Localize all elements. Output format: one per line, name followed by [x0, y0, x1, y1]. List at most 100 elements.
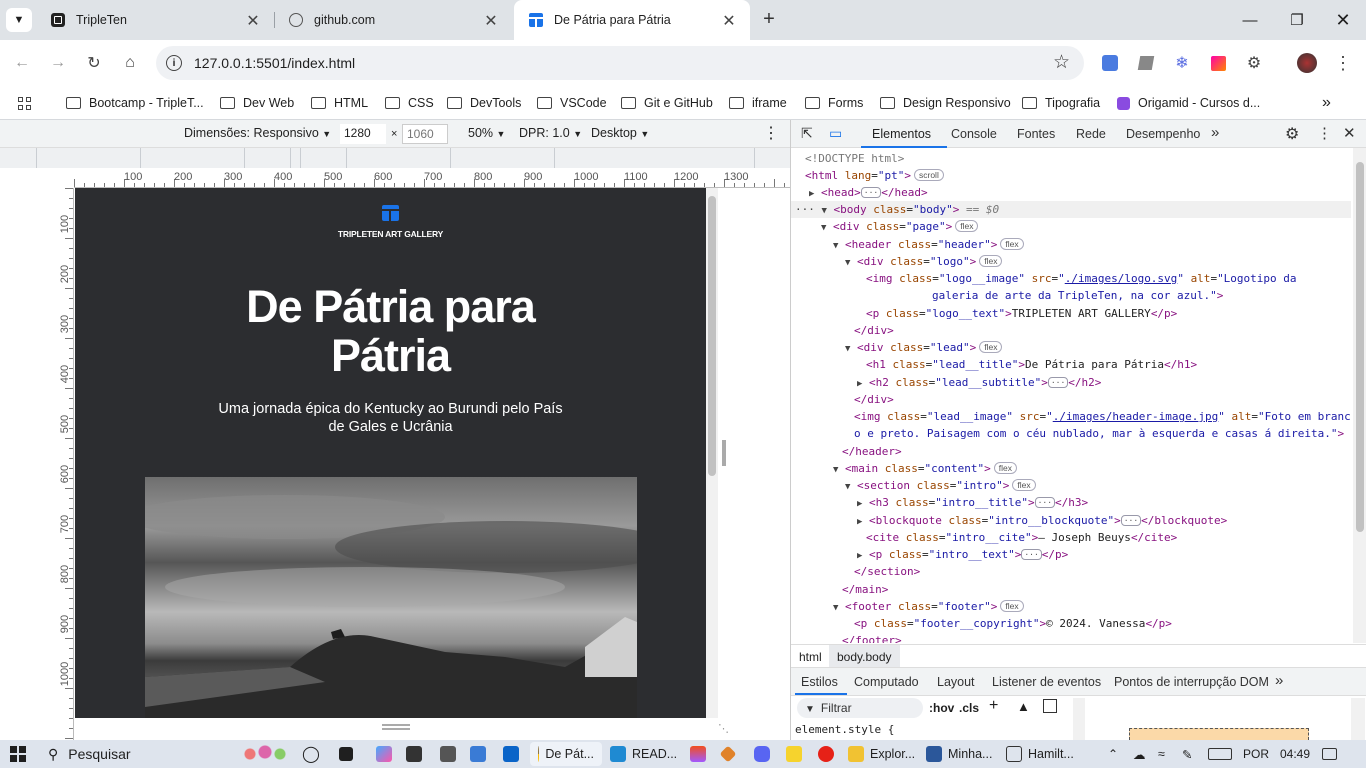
dom-node[interactable]: ▼ <header class="header"> flex: [833, 236, 1024, 253]
dom-node[interactable]: <!DOCTYPE html>: [805, 150, 904, 167]
dom-node[interactable]: ▼ <div class="page"> flex: [821, 218, 979, 235]
dom-tree[interactable]: <!DOCTYPE html> <html lang="pt"> scroll ▶…: [791, 148, 1351, 643]
dom-node[interactable]: ▶ <h2 class="lead__subtitle"> ··· </h2>: [857, 374, 1101, 391]
element-style-rule[interactable]: element.style {: [795, 723, 894, 736]
dom-node[interactable]: <img class="logo__image" src="./images/l…: [866, 270, 1297, 287]
dom-node[interactable]: <h1 class="lead__title">De Pátria para P…: [866, 356, 1197, 373]
flowers-widget-icon[interactable]: [240, 744, 290, 764]
tab-console[interactable]: Console: [951, 127, 997, 141]
cls-toggle[interactable]: .cls: [959, 701, 979, 715]
dom-node[interactable]: </footer>: [842, 632, 902, 643]
dom-scrollbar[interactable]: [1353, 148, 1366, 643]
close-tab-icon[interactable]: ✕: [482, 11, 500, 31]
tab-pontos-interrupcao[interactable]: Pontos de interrupção DOM: [1114, 675, 1269, 689]
taskbar-explorer[interactable]: Explor...: [848, 744, 915, 764]
app-blue-icon[interactable]: [470, 744, 492, 764]
taskbar-vscode[interactable]: READ...: [610, 744, 677, 764]
styles-filter[interactable]: ▼ Filtrar: [797, 698, 923, 718]
resize-handle-bottom[interactable]: [382, 724, 410, 730]
bookmark-origamid[interactable]: Origamid - Cursos d...: [1117, 92, 1260, 114]
close-devtools-icon[interactable]: ✕: [1343, 124, 1356, 142]
bookmark-folder[interactable]: Tipografia: [1022, 92, 1100, 114]
dom-node[interactable]: ▼ <main class="content"> flex: [833, 460, 1017, 477]
task-view-icon[interactable]: ◯: [302, 744, 320, 764]
dom-node[interactable]: <p class="footer__copyright">© 2024. Van…: [854, 615, 1172, 632]
address-bar[interactable]: i 127.0.0.1:5501/index.html ☆: [156, 46, 1084, 80]
figma-icon[interactable]: [690, 744, 712, 764]
crumb-html[interactable]: html: [799, 650, 822, 664]
more-style-tabs-icon[interactable]: »: [1275, 672, 1283, 689]
dom-node[interactable]: o e preto. Paisagem com o céu nublado, m…: [854, 425, 1344, 442]
tab-estilos[interactable]: Estilos: [801, 675, 838, 689]
more-tabs-icon[interactable]: »: [1211, 124, 1219, 141]
scrollbar-thumb[interactable]: [708, 196, 716, 476]
tab-elementos[interactable]: Elementos: [872, 127, 931, 141]
device-toggle-icon[interactable]: ▭: [829, 125, 842, 142]
taskbar-hamilton[interactable]: Hamilt...: [1006, 744, 1074, 764]
tab-computado[interactable]: Computado: [854, 675, 919, 689]
bookmark-folder[interactable]: Bootcamp - TripleT...: [66, 92, 204, 114]
dom-node[interactable]: ▼ <div class="logo"> flex: [845, 253, 1003, 270]
tab-search-button[interactable]: ▼: [6, 8, 32, 32]
page-scrollbar[interactable]: [706, 188, 718, 718]
files-app-icon[interactable]: [406, 744, 428, 764]
windows-start-icon[interactable]: [10, 744, 26, 764]
tab-layout[interactable]: Layout: [937, 675, 975, 689]
tab-listener-eventos[interactable]: Listener de eventos: [992, 675, 1101, 689]
app-icon[interactable]: [440, 744, 462, 764]
new-tab-button[interactable]: +: [758, 9, 780, 31]
hov-toggle[interactable]: :hov: [929, 701, 954, 715]
bookmark-folder[interactable]: CSS: [385, 92, 434, 114]
home-icon[interactable]: ⌂: [119, 52, 141, 74]
inspect-element-icon[interactable]: ⇱: [801, 125, 813, 142]
more-bookmarks-icon[interactable]: »: [1322, 92, 1331, 114]
dom-node[interactable]: </main>: [842, 581, 888, 598]
dpr-select[interactable]: DPR: 1.0 ▼: [519, 126, 582, 140]
dom-node-body[interactable]: ··· ▼ <body class="body"> == $0: [795, 201, 999, 218]
bookmark-folder[interactable]: iframe: [729, 92, 787, 114]
resize-handle-corner[interactable]: ⋱: [718, 722, 732, 736]
dom-node[interactable]: ▶ <head> ··· </head>: [809, 184, 928, 201]
device-mode-select[interactable]: Desktop ▼: [591, 126, 649, 140]
settings-gear-icon[interactable]: ⚙: [1285, 124, 1299, 144]
devtools-menu-icon[interactable]: ⋮: [1317, 124, 1332, 142]
tab-github[interactable]: github.com ✕: [274, 0, 512, 40]
dom-scrollbar-thumb[interactable]: [1356, 162, 1364, 532]
bookmark-folder[interactable]: Forms: [805, 92, 863, 114]
media-query-bar[interactable]: [0, 148, 790, 168]
profile-avatar[interactable]: [1296, 52, 1318, 74]
widgets-icon[interactable]: [339, 744, 359, 764]
dom-node[interactable]: ▶ <h3 class="intro__title"> ··· </h3>: [857, 494, 1088, 511]
minimize-button[interactable]: —: [1227, 0, 1273, 40]
dom-node[interactable]: ▼ <div class="lead"> flex: [845, 339, 1003, 356]
bookmark-folder[interactable]: Git e GitHub: [621, 92, 713, 114]
git-icon[interactable]: [719, 744, 740, 764]
resize-handle-right[interactable]: [722, 440, 726, 466]
taskbar-chrome[interactable]: De Pát...: [530, 742, 602, 766]
pen-icon[interactable]: ✎: [1182, 744, 1192, 764]
keyboard-icon[interactable]: [1208, 744, 1232, 764]
bookmark-folder[interactable]: VSCode: [537, 92, 607, 114]
tab-desempenho[interactable]: Desempenho: [1126, 127, 1200, 141]
width-input[interactable]: 1280: [340, 124, 386, 144]
menu-kebab-icon[interactable]: ⋮: [1332, 52, 1354, 74]
zoom-select[interactable]: 50% ▼: [468, 126, 505, 140]
notifications-icon[interactable]: [1322, 744, 1337, 764]
cloud-icon[interactable]: ☁: [1133, 744, 1146, 764]
copilot-icon[interactable]: [376, 744, 398, 764]
dom-node[interactable]: ▶ <blockquote class="intro__blockquote"> ·…: [857, 512, 1227, 529]
tab-fontes[interactable]: Fontes: [1017, 127, 1055, 141]
extensions-puzzle-icon[interactable]: ⚙: [1243, 52, 1265, 74]
site-info-icon[interactable]: i: [166, 55, 182, 71]
tab-tripleten[interactable]: TripleTen ✕: [36, 0, 274, 40]
styles-scrollbar[interactable]: [1073, 698, 1085, 740]
extension-gray-icon[interactable]: [1135, 52, 1157, 74]
new-style-rule-icon[interactable]: +: [989, 697, 998, 715]
bookmark-folder[interactable]: HTML: [311, 92, 368, 114]
dom-node[interactable]: </div>: [854, 322, 894, 339]
dom-node[interactable]: ▶ <p class="intro__text"> ··· </p>: [857, 546, 1068, 563]
dom-node[interactable]: </div>: [854, 391, 894, 408]
dom-node[interactable]: </section>: [854, 563, 920, 580]
extension-snowflake-icon[interactable]: ❄: [1171, 52, 1193, 74]
close-tab-icon[interactable]: ✕: [720, 11, 738, 31]
